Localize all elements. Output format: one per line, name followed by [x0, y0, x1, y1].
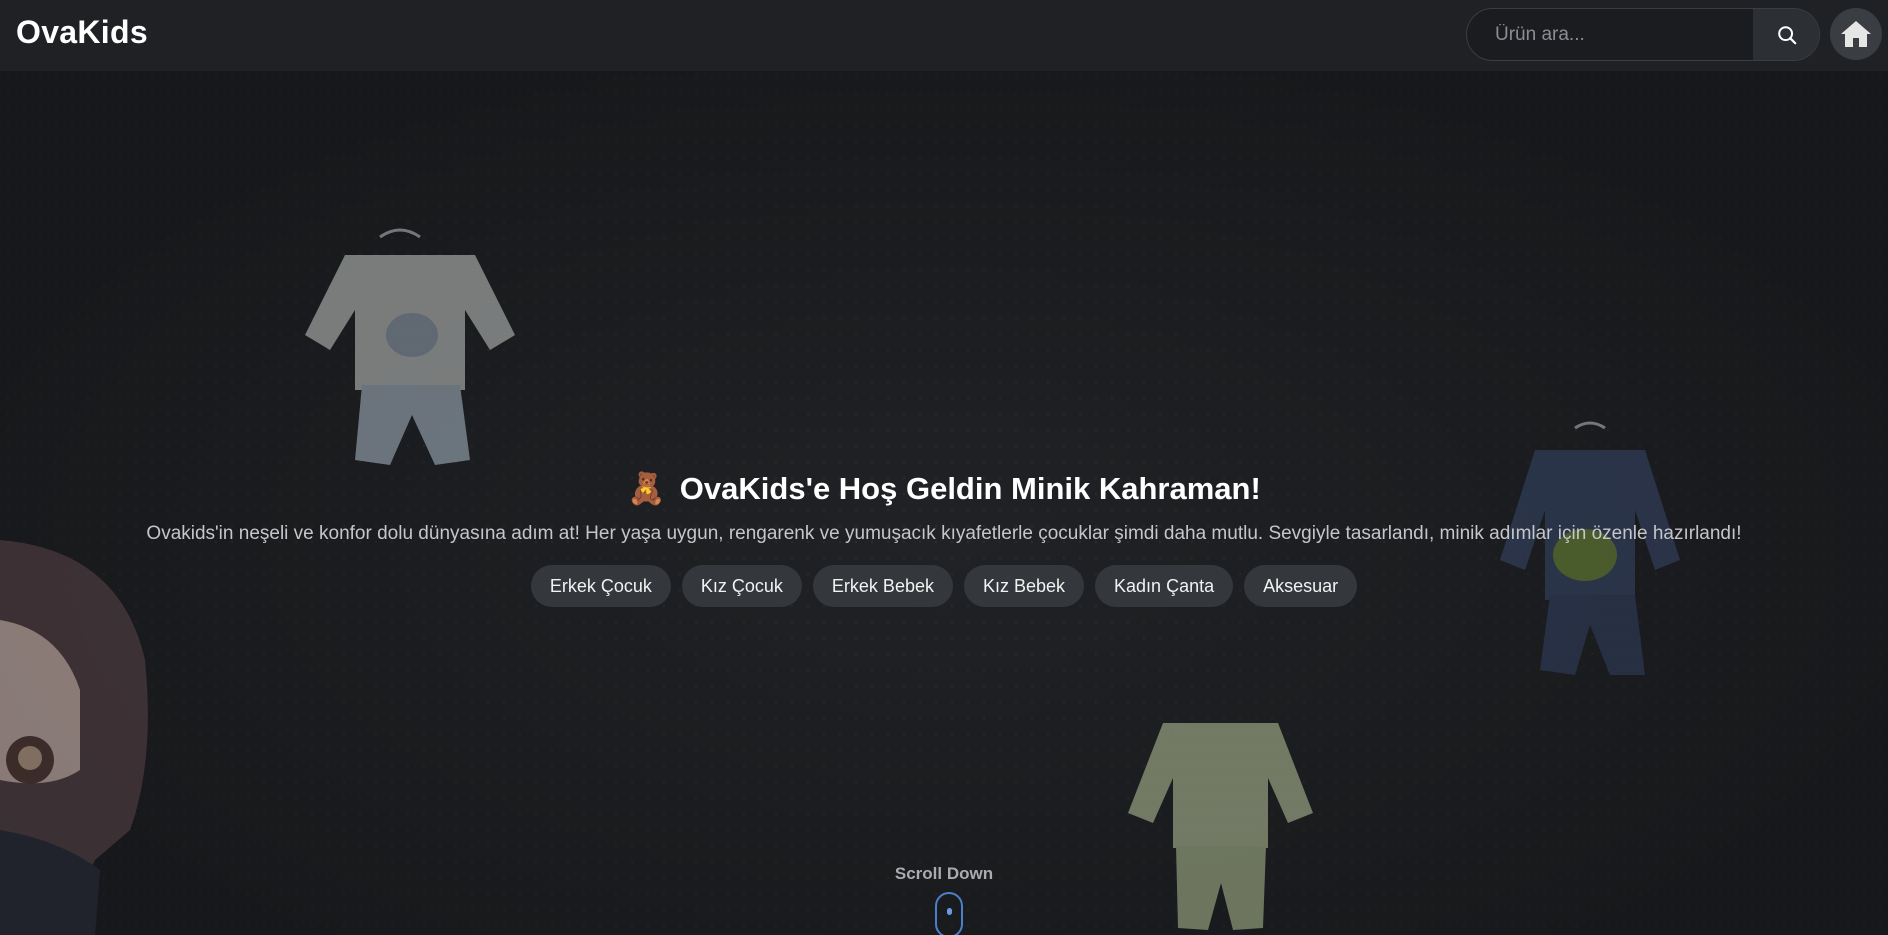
hero-title: 🧸 OvaKids'e Hoş Geldin Minik Kahraman! [627, 470, 1261, 507]
hero-section: 🧸 OvaKids'e Hoş Geldin Minik Kahraman! O… [0, 470, 1888, 607]
category-button-kadin-canta[interactable]: Kadın Çanta [1095, 565, 1234, 607]
baby-outfit-image-bottom [1128, 723, 1313, 930]
home-button[interactable] [1830, 8, 1882, 60]
category-button-erkek-bebek[interactable]: Erkek Bebek [812, 565, 953, 607]
mouse-wheel-dot [947, 908, 952, 915]
scroll-down-indicator[interactable]: Scroll Down [0, 864, 1888, 935]
baby-outfit-image-top-left [305, 228, 515, 465]
category-button-kiz-bebek[interactable]: Kız Bebek [963, 565, 1085, 607]
site-logo[interactable]: OvaKids [16, 14, 148, 51]
teddy-bear-icon: 🧸 [627, 471, 666, 506]
hero-title-text: OvaKids'e Hoş Geldin Minik Kahraman! [679, 470, 1261, 506]
category-button-kiz-cocuk[interactable]: Kız Çocuk [681, 565, 802, 607]
category-buttons: Erkek Çocuk Kız Çocuk Erkek Bebek Kız Be… [0, 565, 1888, 607]
category-button-erkek-cocuk[interactable]: Erkek Çocuk [530, 565, 671, 607]
search-input[interactable] [1467, 9, 1753, 60]
site-header: OvaKids [0, 0, 1888, 70]
mouse-scroll-icon [935, 892, 963, 935]
category-button-aksesuar[interactable]: Aksesuar [1244, 565, 1358, 607]
scroll-down-label: Scroll Down [894, 864, 994, 883]
search-bar [1466, 8, 1820, 61]
search-button[interactable] [1753, 9, 1819, 60]
hero-subtitle: Ovakids'in neşeli ve konfor dolu dünyası… [146, 523, 1742, 544]
home-icon [1841, 21, 1871, 47]
search-icon [1778, 25, 1797, 44]
